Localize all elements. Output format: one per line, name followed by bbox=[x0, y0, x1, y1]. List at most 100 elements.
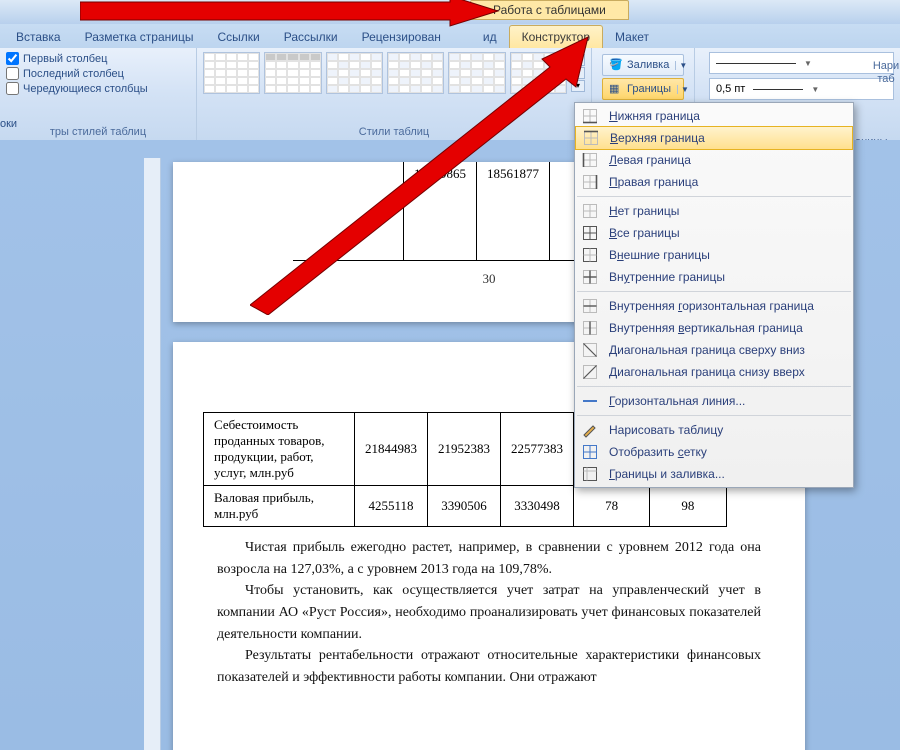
borders-label: Границы bbox=[627, 83, 671, 95]
menu-separator bbox=[577, 196, 851, 197]
border-menu-inside-h[interactable]: Внутренняя горизонтальная граница bbox=[575, 295, 853, 317]
border-menu-none[interactable]: Нет границы bbox=[575, 200, 853, 222]
style-thumb[interactable] bbox=[203, 52, 260, 94]
tab-layout[interactable]: Макет bbox=[603, 26, 661, 48]
border-menu-hline[interactable]: Горизонтальная линия... bbox=[575, 390, 853, 412]
styles-gallery[interactable]: ▲ ▼ ▾ bbox=[203, 52, 585, 94]
menu-item-label: Левая граница bbox=[609, 153, 843, 167]
trunc-rows: оки bbox=[0, 118, 17, 130]
checkbox-last-column[interactable] bbox=[6, 67, 19, 80]
shading-dropdown-arrow[interactable]: ▼ bbox=[675, 61, 690, 70]
paragraph[interactable]: Чистая прибыль ежегодно растет, например… bbox=[217, 537, 761, 580]
trunc-draw-label: Нари таб bbox=[872, 60, 900, 86]
tab-insert[interactable]: Вставка bbox=[4, 26, 73, 48]
tab-design[interactable]: Конструктор bbox=[509, 25, 603, 48]
cell[interactable]: 3330498 bbox=[501, 486, 574, 527]
cell-header[interactable]: Валовая прибыль, млн.руб bbox=[204, 486, 355, 527]
context-tab-table-tools[interactable]: Работа с таблицами bbox=[470, 0, 629, 20]
tab-page-layout[interactable]: Разметка страницы bbox=[73, 26, 206, 48]
left-icon bbox=[581, 152, 599, 168]
cell[interactable]: 21844983 bbox=[355, 413, 428, 486]
border-menu-diag-up[interactable]: Диагональная граница снизу вверх bbox=[575, 361, 853, 383]
checkbox-first-column[interactable] bbox=[6, 52, 19, 65]
gallery-down-button[interactable]: ▼ bbox=[571, 67, 585, 79]
style-thumb[interactable] bbox=[387, 52, 444, 94]
border-menu-diag-down[interactable]: Диагональная граница сверху вниз bbox=[575, 339, 853, 361]
border-menu-dialog[interactable]: Границы и заливка... bbox=[575, 463, 853, 485]
cell[interactable]: 4255118 bbox=[355, 486, 428, 527]
right-icon bbox=[581, 174, 599, 190]
ruler-vertical[interactable] bbox=[144, 158, 161, 750]
border-menu-draw[interactable]: Нарисовать таблицу bbox=[575, 419, 853, 441]
tab-review[interactable]: Рецензирован bbox=[350, 26, 453, 48]
menu-item-label: Правая граница bbox=[609, 175, 843, 189]
gallery-more-button[interactable]: ▾ bbox=[571, 80, 585, 92]
tab-mailings[interactable]: Рассылки bbox=[272, 26, 350, 48]
title-bar: 20… 12. 755Mgs-8 - Microsoft Word Работа… bbox=[0, 0, 900, 24]
pen-style-select[interactable]: ▼ bbox=[709, 52, 894, 74]
cell[interactable]: 22577383 bbox=[501, 413, 574, 486]
pen-width-select[interactable]: 0,5 пт▼ bbox=[709, 78, 894, 100]
border-menu-outside[interactable]: Внешние границы bbox=[575, 244, 853, 266]
top-icon bbox=[582, 130, 600, 146]
borders-dropdown-menu: Нижняя граница Верхняя граница Левая грани… bbox=[574, 102, 854, 488]
border-menu-left[interactable]: Левая граница bbox=[575, 149, 853, 171]
bucket-icon: 🪣 bbox=[609, 58, 623, 72]
border-menu-right[interactable]: Правая граница bbox=[575, 171, 853, 193]
menu-separator bbox=[577, 415, 851, 416]
style-thumb[interactable] bbox=[264, 52, 321, 94]
cell[interactable]: 98 bbox=[650, 486, 726, 527]
tab-references[interactable]: Ссылки bbox=[205, 26, 271, 48]
tab-view[interactable]: ид bbox=[453, 26, 509, 48]
menu-item-label: Внешние границы bbox=[609, 248, 843, 262]
menu-item-label: Горизонтальная линия... bbox=[609, 394, 843, 408]
check-last-column[interactable]: Последний столбец bbox=[6, 67, 190, 80]
border-menu-bottom[interactable]: Нижняя граница bbox=[575, 105, 853, 127]
border-menu-all[interactable]: Все границы bbox=[575, 222, 853, 244]
cell[interactable]: 17589865 bbox=[404, 162, 477, 261]
border-menu-inside[interactable]: Внутренние границы bbox=[575, 266, 853, 288]
diag-down-icon bbox=[581, 342, 599, 358]
ribbon-tabs: Вставка Разметка страницы Ссылки Рассылк… bbox=[0, 24, 900, 48]
cell[interactable]: 18561877 bbox=[477, 162, 550, 261]
inside-icon bbox=[581, 269, 599, 285]
menu-item-label: Нарисовать таблицу bbox=[609, 423, 843, 437]
gallery-scroll: ▲ ▼ ▾ bbox=[571, 54, 585, 92]
shading-button[interactable]: 🪣Заливка ▼ bbox=[602, 54, 684, 76]
border-menu-grid[interactable]: Отобразить сетку bbox=[575, 441, 853, 463]
check-first-column[interactable]: Первый столбец bbox=[6, 52, 190, 65]
menu-separator bbox=[577, 386, 851, 387]
style-thumb[interactable] bbox=[326, 52, 383, 94]
menu-item-label: Нижняя граница bbox=[609, 109, 843, 123]
dialog-icon bbox=[581, 466, 599, 482]
check-banded-columns[interactable]: Чередующиеся столбцы bbox=[6, 82, 190, 95]
cell[interactable]: 21952383 bbox=[428, 413, 501, 486]
menu-item-label: Диагональная граница снизу вверх bbox=[609, 365, 843, 379]
cell-header[interactable]: Себестоимость проданных товаров, продукц… bbox=[204, 413, 355, 486]
menu-item-label: Диагональная граница сверху вниз bbox=[609, 343, 843, 357]
hline-icon bbox=[581, 393, 599, 409]
paragraph[interactable]: Результаты рентабельности отражают относ… bbox=[217, 645, 761, 688]
paragraph[interactable]: Чтобы установить, как осуществляется уче… bbox=[217, 580, 761, 645]
menu-item-label: Нет границы bbox=[609, 204, 843, 218]
grid-icon bbox=[581, 444, 599, 460]
borders-button[interactable]: ▦Границы ▼ bbox=[602, 78, 684, 100]
borders-dropdown-arrow[interactable]: ▼ bbox=[677, 85, 692, 94]
style-options-label[interactable]: тры стилей таблиц bbox=[6, 126, 190, 140]
cell[interactable]: 78 bbox=[574, 486, 650, 527]
gallery-up-button[interactable]: ▲ bbox=[571, 54, 585, 66]
checkbox-banded-columns[interactable] bbox=[6, 82, 19, 95]
all-icon bbox=[581, 225, 599, 241]
draw-icon bbox=[581, 422, 599, 438]
border-menu-top[interactable]: Верхняя граница bbox=[575, 126, 853, 150]
title-text: 20… 12. 755Mgs-8 - Microsoft Word bbox=[100, 5, 293, 19]
style-thumb[interactable] bbox=[510, 52, 567, 94]
inside-h-icon bbox=[581, 298, 599, 314]
outside-icon bbox=[581, 247, 599, 263]
border-menu-inside-v[interactable]: Внутренняя вертикальная граница bbox=[575, 317, 853, 339]
menu-separator bbox=[577, 291, 851, 292]
cell[interactable]: 3390506 bbox=[428, 486, 501, 527]
style-thumb[interactable] bbox=[448, 52, 505, 94]
table-row[interactable]: Валовая прибыль, млн.руб 4255118 3390506… bbox=[204, 486, 727, 527]
menu-item-label: Все границы bbox=[609, 226, 843, 240]
